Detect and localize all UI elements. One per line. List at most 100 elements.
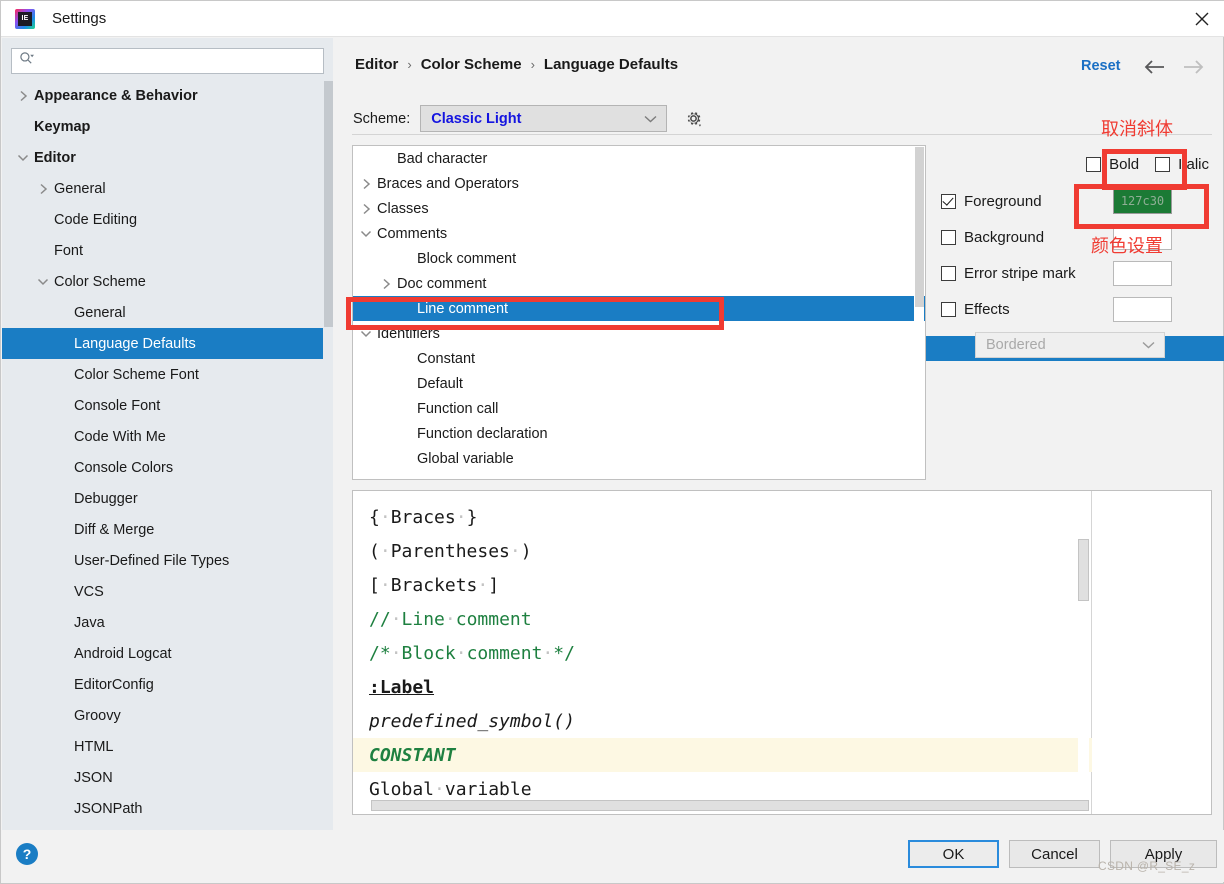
- chevron-right-icon: [36, 213, 50, 227]
- sidebar-item-language-defaults[interactable]: Language Defaults: [2, 328, 333, 359]
- bold-checkbox[interactable]: [1086, 156, 1102, 172]
- preview-vscrollbar-thumb[interactable]: [1078, 539, 1089, 601]
- sidebar-item-java[interactable]: Java: [2, 607, 333, 638]
- background-checkbox[interactable]: [941, 229, 956, 245]
- attribute-item-classes[interactable]: Classes: [353, 196, 925, 221]
- sidebar-item-jsonpath[interactable]: JSONPath: [2, 793, 333, 824]
- effects-row: Effects: [941, 291, 1213, 327]
- chevron-down-icon[interactable]: [36, 275, 50, 289]
- sidebar-item-color-scheme[interactable]: Color Scheme: [2, 266, 333, 297]
- chevron-down-icon[interactable]: [16, 151, 30, 165]
- effects-checkbox[interactable]: [941, 301, 956, 317]
- search-input[interactable]: [34, 52, 323, 70]
- attribute-item-function-declaration[interactable]: Function declaration: [353, 421, 925, 446]
- breadcrumb-item[interactable]: Editor: [355, 56, 398, 73]
- attribute-item-identifiers[interactable]: Identifiers: [353, 321, 925, 346]
- cancel-button[interactable]: Cancel: [1009, 840, 1100, 868]
- breadcrumb: Editor › Color Scheme › Language Defaults: [355, 56, 678, 73]
- chevron-down-icon[interactable]: [359, 227, 373, 241]
- arrow-left-icon[interactable]: [1143, 56, 1165, 78]
- preview-hscrollbar-thumb[interactable]: [371, 800, 1089, 811]
- sidebar-item-console-font[interactable]: Console Font: [2, 390, 333, 421]
- effects-color-swatch[interactable]: [1113, 296, 1172, 322]
- attribute-item-global-variable[interactable]: Global variable: [353, 446, 925, 471]
- breadcrumb-item[interactable]: Language Defaults: [544, 56, 678, 73]
- help-icon[interactable]: ?: [16, 843, 38, 865]
- sidebar-item-code-editing[interactable]: Code Editing: [2, 204, 333, 235]
- sidebar-item-debugger[interactable]: Debugger: [2, 483, 333, 514]
- attribute-item-constant[interactable]: Constant: [353, 346, 925, 371]
- chevron-right-icon[interactable]: [359, 177, 373, 191]
- chevron-right-icon: [399, 452, 413, 466]
- sidebar-item-general[interactable]: General: [2, 173, 333, 204]
- background-label: Background: [964, 228, 1045, 246]
- attribute-item-bad-character[interactable]: Bad character: [353, 146, 925, 171]
- attribute-item-default[interactable]: Default: [353, 371, 925, 396]
- sidebar-item-general[interactable]: General: [2, 297, 333, 328]
- sidebar-item-editor[interactable]: Editor: [2, 142, 333, 173]
- sidebar-item-diff-merge[interactable]: Diff & Merge: [2, 514, 333, 545]
- code-line-parentheses: (· Parentheses ·): [369, 534, 1091, 568]
- sidebar-scrollbar-thumb[interactable]: [324, 81, 333, 327]
- sidebar-item-console-colors[interactable]: Console Colors: [2, 452, 333, 483]
- code-preview[interactable]: {· Braces ·}(· Parentheses ·)[· Brackets ·]//·…: [353, 491, 1092, 814]
- watermark: CSDN @R_SE_z: [1098, 859, 1196, 873]
- chevron-right-icon: [56, 523, 70, 537]
- chevron-down-icon[interactable]: [359, 327, 373, 341]
- attribute-item-line-comment[interactable]: Line comment: [353, 296, 925, 321]
- code-token: predefined_symbol(): [369, 710, 575, 732]
- attribute-item-doc-comment[interactable]: Doc comment: [353, 271, 925, 296]
- italic-checkbox[interactable]: [1155, 156, 1171, 172]
- chevron-right-icon: [56, 585, 70, 599]
- chevron-right-icon[interactable]: [359, 202, 373, 216]
- attribute-item-function-call[interactable]: Function call: [353, 396, 925, 421]
- chevron-right-icon: [399, 377, 413, 391]
- attribute-item-label: Comments: [377, 225, 448, 242]
- sidebar-item-user-defined-file-types[interactable]: User-Defined File Types: [2, 545, 333, 576]
- effect-type-select[interactable]: Bordered: [975, 332, 1165, 358]
- sidebar-item-android-logcat[interactable]: Android Logcat: [2, 638, 333, 669]
- sidebar-item-appearance-behavior[interactable]: Appearance & Behavior: [2, 80, 333, 111]
- scheme-select[interactable]: Classic Light: [420, 105, 668, 132]
- sidebar-item-html[interactable]: HTML: [2, 731, 333, 762]
- sidebar-item-editorconfig[interactable]: EditorConfig: [2, 669, 333, 700]
- sidebar-item-json[interactable]: JSON: [2, 762, 333, 793]
- sidebar-item-vcs[interactable]: VCS: [2, 576, 333, 607]
- code-token: ·: [477, 574, 489, 596]
- sidebar-item-keymap[interactable]: Keymap: [2, 111, 333, 142]
- attribute-item-block-comment[interactable]: Block comment: [353, 246, 925, 271]
- sidebar-item-label: Color Scheme: [54, 273, 146, 290]
- code-token: Brackets: [390, 574, 478, 596]
- close-icon[interactable]: [1179, 1, 1224, 36]
- chevron-right-icon: [56, 492, 70, 506]
- attribute-item-braces-and-operators[interactable]: Braces and Operators: [353, 171, 925, 196]
- divider: [352, 134, 1212, 135]
- reset-link[interactable]: Reset: [1081, 58, 1121, 74]
- chevron-right-icon[interactable]: [36, 182, 50, 196]
- sidebar-item-code-with-me[interactable]: Code With Me: [2, 421, 333, 452]
- attribute-item-label: Identifiers: [377, 325, 440, 342]
- code-token: comment: [466, 642, 543, 664]
- chevron-right-icon[interactable]: [16, 89, 30, 103]
- code-line-predefined-symbol: predefined_symbol(): [369, 704, 1091, 738]
- error-stripe-color-swatch[interactable]: [1113, 260, 1172, 286]
- gear-icon[interactable]: [681, 107, 705, 131]
- foreground-color-swatch[interactable]: 127c30: [1113, 188, 1172, 214]
- chevron-right-icon: [399, 402, 413, 416]
- error-stripe-checkbox[interactable]: [941, 265, 956, 281]
- chevron-right-icon: [56, 678, 70, 692]
- code-token: ·: [455, 506, 467, 528]
- ok-button[interactable]: OK: [908, 840, 999, 868]
- chevron-right-icon: [56, 337, 70, 351]
- attribute-item-comments[interactable]: Comments: [353, 221, 925, 246]
- chevron-right-icon[interactable]: [379, 277, 393, 291]
- breadcrumb-item[interactable]: Color Scheme: [421, 56, 522, 73]
- sidebar-item-font[interactable]: Font: [2, 235, 333, 266]
- foreground-checkbox[interactable]: [941, 193, 956, 209]
- search-box[interactable]: [11, 48, 324, 74]
- attributes-scrollbar-thumb[interactable]: [915, 147, 924, 307]
- attribute-item-label: Function call: [417, 400, 499, 417]
- sidebar-item-color-scheme-font[interactable]: Color Scheme Font: [2, 359, 333, 390]
- sidebar-item-groovy[interactable]: Groovy: [2, 700, 333, 731]
- sidebar-item-label: Editor: [34, 149, 76, 166]
